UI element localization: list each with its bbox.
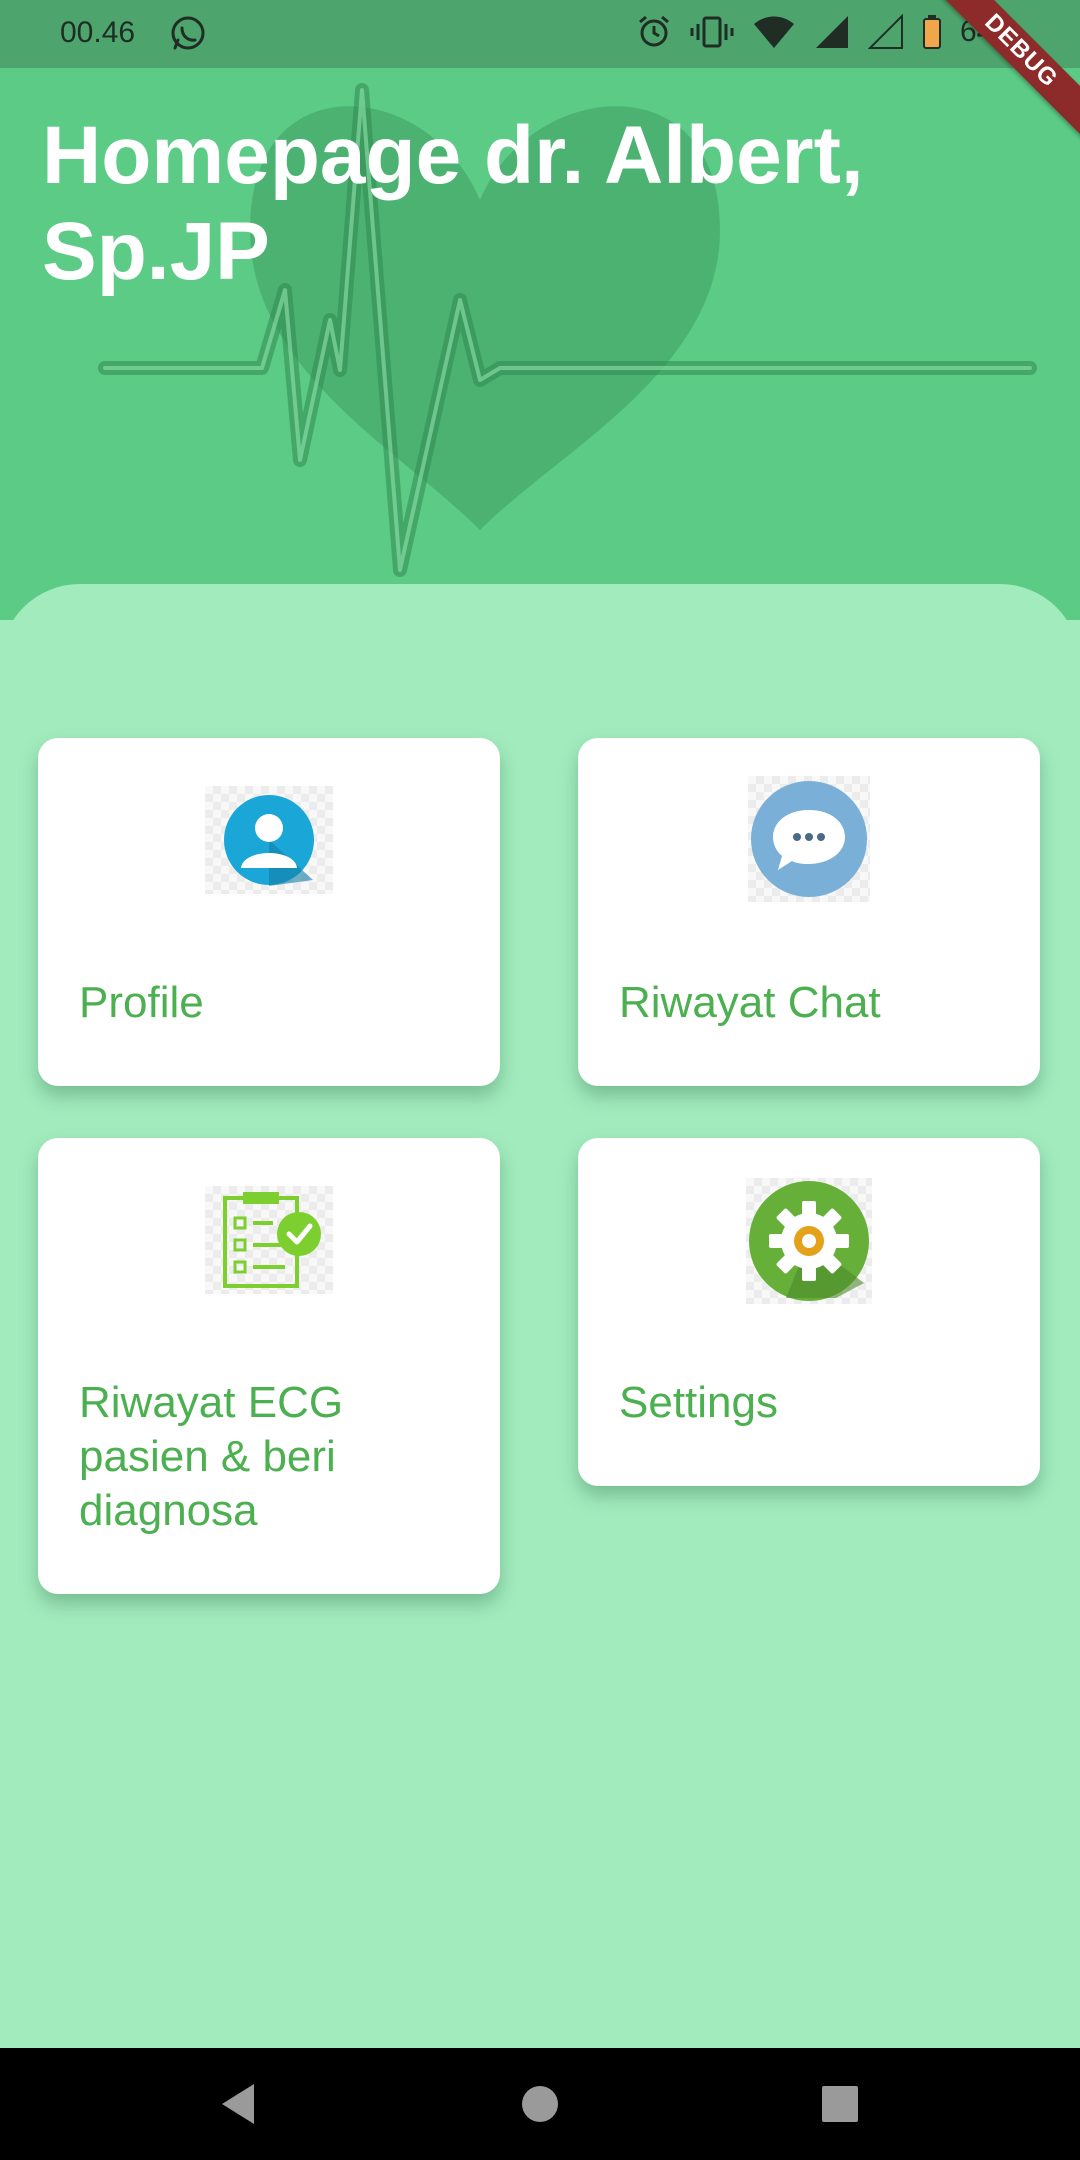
recents-square-icon [822, 2086, 858, 2122]
page-title: Homepage dr. Albert, Sp.JP [42, 110, 864, 297]
chat-history-label: Riwayat Chat [619, 978, 881, 1027]
recents-button[interactable] [814, 2078, 866, 2130]
back-triangle-icon [222, 2084, 254, 2124]
signal-icon [815, 16, 848, 48]
status-bar: 00.46 [0, 0, 1080, 68]
whatsapp-icon [171, 16, 205, 50]
settings-label: Settings [619, 1378, 778, 1427]
profile-card[interactable]: Profile [38, 738, 500, 1086]
status-time: 00.46 [60, 16, 136, 49]
signal-empty-icon [867, 14, 903, 49]
status-icons: 64% [636, 14, 1020, 50]
vibrate-icon [690, 16, 734, 48]
back-button[interactable] [212, 2078, 264, 2130]
chat-icon [748, 776, 870, 902]
home-screen: 00.46 DEBUG Homepage dr. Albert, Sp.JP P… [0, 0, 1080, 2160]
heartbeat-background-icon [98, 83, 1037, 577]
gear-icon [746, 1178, 872, 1304]
ecg-history-label: Riwayat ECG pasien & beri diagnosa [79, 1378, 344, 1535]
battery-icon [922, 15, 941, 49]
system-navigation-bar [0, 2048, 1080, 2160]
profile-icon [205, 786, 333, 894]
home-button[interactable] [514, 2078, 566, 2130]
wifi-icon [753, 16, 794, 48]
profile-label: Profile [79, 978, 204, 1027]
clipboard-check-icon [205, 1186, 333, 1294]
alarm-icon [638, 15, 669, 47]
chat-history-card[interactable]: Riwayat Chat [578, 738, 1040, 1086]
header-banner: 00.46 DEBUG Homepage dr. Albert, Sp.JP [0, 0, 1080, 620]
settings-card[interactable]: Settings [578, 1138, 1040, 1486]
ecg-history-card[interactable]: Riwayat ECG pasien & beri diagnosa [38, 1138, 500, 1594]
home-circle-icon [522, 2086, 558, 2122]
